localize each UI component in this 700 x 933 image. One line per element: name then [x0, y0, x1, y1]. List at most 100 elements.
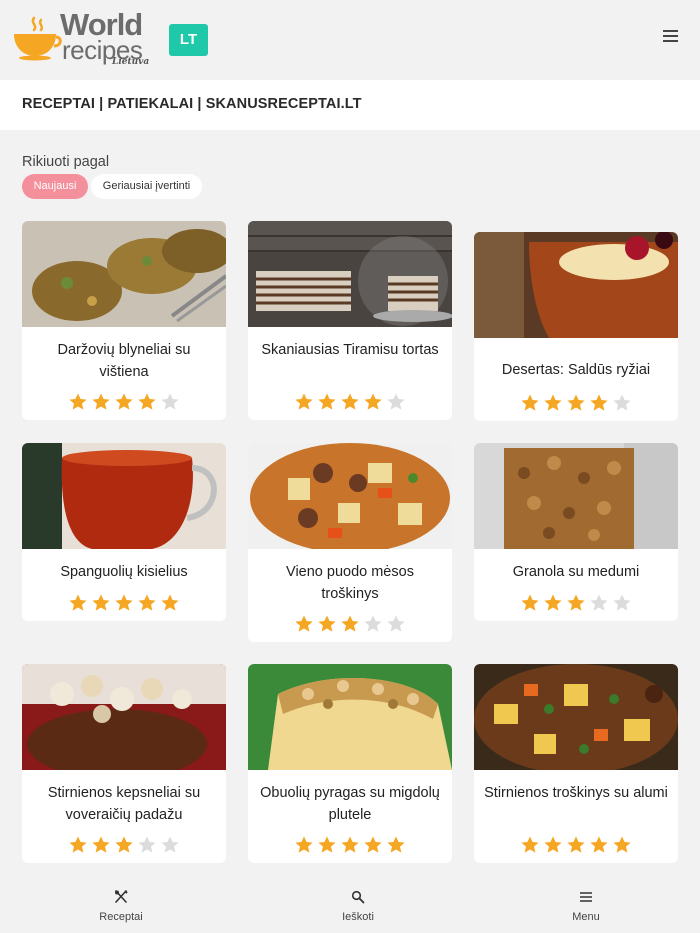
star-filled-icon [544, 594, 562, 611]
sort-label: Rikiuoti pagal [22, 154, 110, 170]
sort-option-best-rated[interactable]: Geriausiai įvertinti [91, 174, 202, 199]
recipe-card-rice-dessert[interactable]: Desertas: Saldūs ryžiai [474, 232, 678, 421]
rating-stars [22, 593, 226, 618]
search-icon [351, 890, 365, 904]
star-filled-icon [318, 615, 336, 632]
star-empty-icon [161, 393, 179, 410]
recipe-image[interactable] [248, 221, 452, 327]
star-filled-icon [115, 594, 133, 611]
recipe-title[interactable]: Granola su medumi [484, 561, 668, 583]
rating-stars [474, 393, 678, 418]
recipe-image[interactable] [22, 443, 226, 549]
language-button[interactable]: LT [169, 24, 208, 56]
star-filled-icon [92, 836, 110, 853]
recipe-card-tiramisu-cake[interactable]: Skaniausias Tiramisu tortas [248, 221, 452, 420]
nav-item-search[interactable]: Ieškoti [298, 878, 418, 933]
nav-item-menu[interactable]: Menu [526, 878, 646, 933]
star-filled-icon [138, 594, 156, 611]
star-filled-icon [92, 393, 110, 410]
recipe-title[interactable]: Obuolių pyragas su migdolų plutele [258, 782, 442, 826]
nav-label: Ieškoti [342, 911, 374, 923]
star-filled-icon [521, 594, 539, 611]
rating-stars [248, 614, 452, 639]
star-filled-icon [318, 836, 336, 853]
rating-stars [22, 392, 226, 417]
bottom-navigation: Receptai Ieškoti Menu [0, 878, 700, 933]
recipe-title[interactable]: Stirnienos troškinys su alumi [484, 782, 668, 804]
star-filled-icon [341, 836, 359, 853]
star-filled-icon [341, 615, 359, 632]
star-filled-icon [613, 836, 631, 853]
star-filled-icon [521, 836, 539, 853]
sort-option-newest[interactable]: Naujausi [22, 174, 88, 199]
recipe-title[interactable]: Desertas: Saldūs ryžiai [484, 359, 668, 381]
star-empty-icon [364, 615, 382, 632]
star-filled-icon [115, 836, 133, 853]
recipe-image[interactable] [474, 232, 678, 338]
star-filled-icon [544, 394, 562, 411]
star-empty-icon [161, 836, 179, 853]
star-filled-icon [567, 394, 585, 411]
hamburger-icon[interactable] [661, 28, 681, 44]
star-filled-icon [567, 594, 585, 611]
recipe-card-meat-stew[interactable]: Vieno puodo mėsos troškinys [248, 443, 452, 642]
nav-item-recipes[interactable]: Receptai [61, 878, 181, 933]
recipe-card-venison-cutlets[interactable]: Stirnienos kepsneliai su voveraičių pada… [22, 664, 226, 863]
star-filled-icon [590, 836, 608, 853]
star-filled-icon [521, 394, 539, 411]
recipe-title[interactable]: Skaniausias Tiramisu tortas [258, 339, 442, 361]
recipe-card-vegetable-pancakes[interactable]: Daržovių blyneliai su vištiena [22, 221, 226, 420]
recipe-card-cranberry-kissel[interactable]: Spanguolių kisielius [22, 443, 226, 621]
star-filled-icon [92, 594, 110, 611]
star-filled-icon [295, 836, 313, 853]
recipe-card-granola[interactable]: Granola su medumi [474, 443, 678, 621]
star-filled-icon [364, 393, 382, 410]
page-title: RECEPTAI | PATIEKALAI | SKANUSRECEPTAI.L… [22, 96, 362, 112]
recipe-title[interactable]: Stirnienos kepsneliai su voveraičių pada… [32, 782, 216, 826]
star-filled-icon [161, 594, 179, 611]
rating-stars [474, 835, 678, 860]
star-filled-icon [590, 394, 608, 411]
recipe-image[interactable] [22, 221, 226, 327]
star-empty-icon [138, 836, 156, 853]
rating-stars [248, 835, 452, 860]
title-bar: RECEPTAI | PATIEKALAI | SKANUSRECEPTAI.L… [0, 80, 700, 130]
star-empty-icon [387, 393, 405, 410]
star-filled-icon [387, 836, 405, 853]
star-filled-icon [567, 836, 585, 853]
star-filled-icon [69, 393, 87, 410]
star-filled-icon [69, 594, 87, 611]
site-logo[interactable]: World recipes Lietuva [10, 8, 155, 70]
star-filled-icon [544, 836, 562, 853]
logo-text-lietuva: Lietuva [112, 57, 150, 67]
star-filled-icon [364, 836, 382, 853]
star-empty-icon [613, 394, 631, 411]
star-empty-icon [613, 594, 631, 611]
star-filled-icon [295, 393, 313, 410]
hamburger-icon [580, 892, 592, 902]
star-empty-icon [590, 594, 608, 611]
star-filled-icon [69, 836, 87, 853]
rating-stars [474, 593, 678, 618]
top-bar: World recipes Lietuva LT [0, 0, 700, 80]
recipe-image[interactable] [22, 664, 226, 770]
star-filled-icon [115, 393, 133, 410]
star-filled-icon [318, 393, 336, 410]
star-filled-icon [138, 393, 156, 410]
rating-stars [22, 835, 226, 860]
recipe-image[interactable] [248, 443, 452, 549]
star-filled-icon [295, 615, 313, 632]
recipe-image[interactable] [248, 664, 452, 770]
recipe-title[interactable]: Spanguolių kisielius [32, 561, 216, 583]
recipe-image[interactable] [474, 664, 678, 770]
nav-label: Receptai [99, 911, 143, 923]
recipe-card-apple-pie[interactable]: Obuolių pyragas su migdolų plutele [248, 664, 452, 863]
recipe-title[interactable]: Daržovių blyneliai su vištiena [32, 339, 216, 383]
recipe-image[interactable] [474, 443, 678, 549]
recipe-card-venison-stew[interactable]: Stirnienos troškinys su alumi [474, 664, 678, 863]
recipe-title[interactable]: Vieno puodo mėsos troškinys [258, 561, 442, 605]
rating-stars [248, 392, 452, 417]
cutlery-icon [115, 890, 128, 903]
star-empty-icon [387, 615, 405, 632]
star-filled-icon [341, 393, 359, 410]
